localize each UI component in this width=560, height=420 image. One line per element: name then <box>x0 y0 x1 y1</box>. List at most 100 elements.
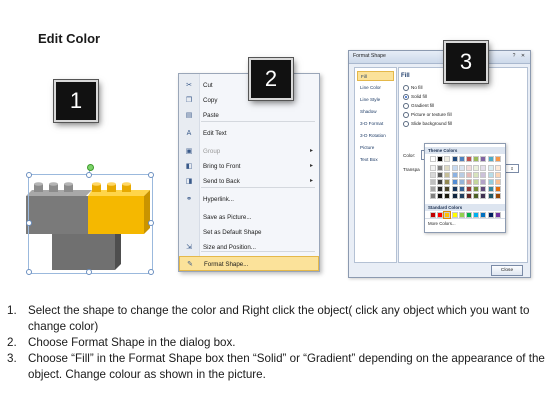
lego-shape-group[interactable] <box>22 160 157 275</box>
standard-color-swatch[interactable] <box>443 211 452 219</box>
theme-shade-swatch[interactable] <box>480 165 487 171</box>
theme-shade-swatch[interactable] <box>494 172 501 178</box>
resize-handle-e[interactable] <box>148 220 154 226</box>
resize-handle-sw[interactable] <box>26 269 32 275</box>
theme-shade-swatch[interactable] <box>444 165 451 171</box>
theme-shade-swatch[interactable] <box>473 179 480 185</box>
standard-color-swatch[interactable] <box>430 212 436 218</box>
theme-shade-swatch[interactable] <box>466 186 472 192</box>
resize-handle-s[interactable] <box>86 269 92 275</box>
theme-shade-swatch[interactable] <box>480 172 487 178</box>
theme-color-swatch[interactable] <box>430 156 436 162</box>
theme-shade-swatch[interactable] <box>480 186 487 192</box>
option-no-fill[interactable]: No fill <box>403 84 423 92</box>
theme-shade-swatch[interactable] <box>437 165 444 171</box>
theme-shade-swatch[interactable] <box>430 193 436 199</box>
theme-shade-swatch[interactable] <box>487 193 494 199</box>
standard-color-swatch[interactable] <box>437 212 444 218</box>
theme-shade-swatch[interactable] <box>458 193 465 199</box>
menu-item-group[interactable]: ▣ Group ▸ <box>179 144 319 159</box>
menu-item-hyperlink[interactable]: ⚭ Hyperlink... <box>179 192 319 207</box>
theme-color-swatch[interactable] <box>494 156 501 162</box>
theme-shade-swatch[interactable] <box>444 172 451 178</box>
theme-color-swatch[interactable] <box>444 156 451 162</box>
radio-icon[interactable] <box>403 84 409 91</box>
theme-color-swatch[interactable] <box>473 156 480 162</box>
theme-shade-swatch[interactable] <box>451 165 458 171</box>
nav-item-line-style[interactable]: Line Style <box>357 95 394 105</box>
theme-shade-swatch[interactable] <box>437 186 444 192</box>
theme-shade-swatch[interactable] <box>466 193 472 199</box>
radio-icon[interactable] <box>403 111 409 118</box>
theme-shade-swatch[interactable] <box>494 165 501 171</box>
theme-shade-swatch[interactable] <box>487 179 494 185</box>
radio-icon[interactable] <box>403 120 409 127</box>
resize-handle-ne[interactable] <box>148 172 154 178</box>
theme-shade-swatch[interactable] <box>473 172 480 178</box>
help-icon[interactable]: ? <box>510 53 518 60</box>
nav-item-fill[interactable]: Fill <box>357 71 394 81</box>
theme-shade-swatch[interactable] <box>494 179 501 185</box>
nav-item-text-box[interactable]: Text Box <box>357 155 394 165</box>
theme-shade-swatch[interactable] <box>451 179 458 185</box>
theme-color-swatch[interactable] <box>480 156 487 162</box>
theme-shade-swatch[interactable] <box>451 193 458 199</box>
theme-shade-swatch[interactable] <box>487 165 494 171</box>
menu-item-bring-to-front[interactable]: ◧ Bring to Front ▸ <box>179 159 319 174</box>
standard-color-swatch[interactable] <box>458 212 465 218</box>
menu-item-save-as-picture[interactable]: Save as Picture... <box>179 210 319 225</box>
theme-shade-swatch[interactable] <box>444 193 451 199</box>
theme-color-swatch[interactable] <box>466 156 472 162</box>
theme-shade-swatch[interactable] <box>466 172 472 178</box>
menu-item-format-shape[interactable]: ✎ Format Shape... <box>179 256 319 271</box>
theme-shade-swatch[interactable] <box>430 172 436 178</box>
standard-color-swatch[interactable] <box>487 212 494 218</box>
standard-color-swatch[interactable] <box>494 212 501 218</box>
theme-shade-swatch[interactable] <box>473 186 480 192</box>
nav-item-3d-format[interactable]: 3-D Format <box>357 119 394 129</box>
option-slide-background-fill[interactable]: Slide background fill <box>403 120 452 128</box>
theme-shade-swatch[interactable] <box>430 179 436 185</box>
standard-color-swatch[interactable] <box>451 212 458 218</box>
theme-shade-swatch[interactable] <box>458 179 465 185</box>
resize-handle-w[interactable] <box>26 220 32 226</box>
theme-shade-swatch[interactable] <box>444 186 451 192</box>
radio-icon[interactable] <box>403 102 409 109</box>
standard-color-swatch[interactable] <box>473 212 480 218</box>
resize-handle-n[interactable] <box>86 172 92 178</box>
theme-shade-swatch[interactable] <box>430 165 436 171</box>
nav-item-3d-rotation[interactable]: 3-D Rotation <box>357 131 394 141</box>
theme-shade-swatch[interactable] <box>437 172 444 178</box>
menu-item-set-as-default-shape[interactable]: Set as Default Shape <box>179 225 319 240</box>
theme-shade-swatch[interactable] <box>437 179 444 185</box>
rotation-handle[interactable] <box>87 164 94 171</box>
close-icon[interactable]: ✕ <box>519 53 527 60</box>
theme-shade-swatch[interactable] <box>458 165 465 171</box>
resize-handle-se[interactable] <box>148 269 154 275</box>
theme-color-swatch[interactable] <box>451 156 458 162</box>
transparency-spinner[interactable]: ⇕ <box>505 164 519 173</box>
theme-shade-swatch[interactable] <box>451 186 458 192</box>
more-colors-link[interactable]: More Colors... <box>428 221 456 226</box>
option-gradient-fill[interactable]: Gradient fill <box>403 102 434 110</box>
standard-color-swatch[interactable] <box>480 212 487 218</box>
theme-shade-swatch[interactable] <box>473 165 480 171</box>
theme-shade-swatch[interactable] <box>444 179 451 185</box>
nav-item-picture[interactable]: Picture <box>357 143 394 153</box>
theme-shade-swatch[interactable] <box>451 172 458 178</box>
theme-shade-swatch[interactable] <box>494 186 501 192</box>
nav-item-shadow[interactable]: Shadow <box>357 107 394 117</box>
theme-shade-swatch[interactable] <box>458 186 465 192</box>
theme-shade-swatch[interactable] <box>466 179 472 185</box>
close-button[interactable]: Close <box>491 265 523 276</box>
theme-shade-swatch[interactable] <box>473 193 480 199</box>
theme-shade-swatch[interactable] <box>430 186 436 192</box>
theme-shade-swatch[interactable] <box>458 172 465 178</box>
theme-shade-swatch[interactable] <box>480 179 487 185</box>
theme-color-swatch[interactable] <box>487 156 494 162</box>
option-picture-fill[interactable]: Picture or texture fill <box>403 111 452 119</box>
theme-shade-swatch[interactable] <box>494 193 501 199</box>
menu-item-edit-text[interactable]: A Edit Text <box>179 126 319 141</box>
menu-item-size-and-position[interactable]: ⇲ Size and Position... <box>179 240 319 255</box>
standard-color-swatch[interactable] <box>466 212 472 218</box>
